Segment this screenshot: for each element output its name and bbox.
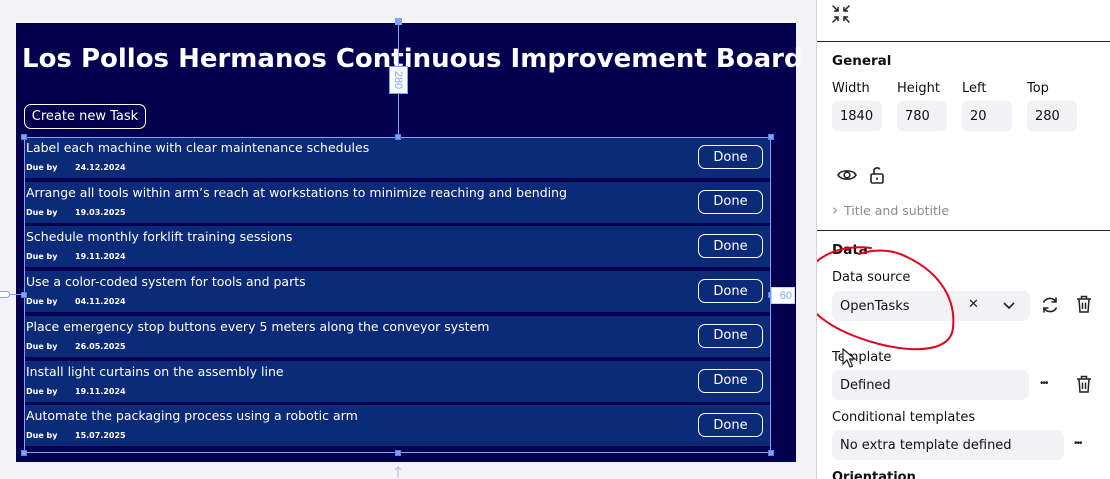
width-field[interactable]: 1840 bbox=[832, 101, 882, 131]
data-source-select[interactable]: OpenTasks ✕ bbox=[832, 291, 1030, 321]
task-row[interactable]: Automate the packaging process using a r… bbox=[24, 405, 771, 447]
done-button[interactable]: Done bbox=[698, 234, 763, 259]
trash-icon[interactable] bbox=[1073, 373, 1095, 395]
app-screen: Los Pollos Hermanos Continuous Improveme… bbox=[0, 0, 1110, 479]
more-options-icon[interactable]: ••• bbox=[1074, 438, 1082, 449]
due-date: 19.11.2024 bbox=[75, 252, 126, 262]
orientation-label: Orientation bbox=[832, 470, 916, 479]
properties-panel: General Width Height Left Top 1840 780 2… bbox=[816, 0, 1110, 479]
task-title: Install light curtains on the assembly l… bbox=[26, 363, 284, 379]
chevron-right-icon: › bbox=[832, 201, 838, 219]
resize-handle-bottom-left[interactable] bbox=[21, 450, 27, 456]
mouse-cursor-icon bbox=[842, 348, 856, 368]
general-heading: General bbox=[832, 53, 892, 69]
due-date: 15.07.2025 bbox=[75, 431, 126, 441]
top-field[interactable]: 280 bbox=[1027, 101, 1077, 131]
guide-handle[interactable] bbox=[395, 18, 402, 25]
due-date: 26.05.2025 bbox=[75, 341, 126, 351]
task-title: Label each machine with clear maintenanc… bbox=[26, 140, 370, 155]
width-label: Width bbox=[832, 81, 870, 96]
due-by-label: Due by bbox=[26, 207, 58, 217]
due-by-label: Due by bbox=[26, 252, 58, 262]
panel-divider bbox=[817, 230, 1110, 231]
data-source-label: Data source bbox=[832, 270, 911, 285]
done-button[interactable]: Done bbox=[698, 323, 763, 348]
task-gallery[interactable]: Label each machine with clear maintenanc… bbox=[24, 137, 771, 454]
collapse-icon[interactable] bbox=[831, 4, 851, 24]
due-by-label: Due by bbox=[26, 386, 58, 396]
chevron-down-icon[interactable] bbox=[1002, 300, 1016, 312]
task-row[interactable]: Schedule monthly forklift training sessi… bbox=[24, 226, 771, 268]
data-heading: Data bbox=[832, 242, 868, 258]
due-date: 24.12.2024 bbox=[75, 163, 126, 172]
title-subtitle-label: Title and subtitle bbox=[844, 202, 950, 218]
done-button[interactable]: Done bbox=[698, 368, 763, 393]
template-select[interactable]: Defined bbox=[832, 370, 1029, 400]
left-field[interactable]: 20 bbox=[962, 101, 1012, 131]
done-button[interactable]: Done bbox=[698, 189, 763, 214]
resize-handle-top[interactable] bbox=[395, 134, 401, 140]
left-guide-line bbox=[10, 294, 24, 295]
task-title: Use a color-coded system for tools and p… bbox=[26, 274, 306, 290]
unlock-icon[interactable] bbox=[866, 164, 888, 186]
conditional-templates-select[interactable]: No extra template defined bbox=[832, 430, 1064, 460]
resize-handle-top-right[interactable] bbox=[768, 134, 774, 140]
top-distance-value: 280 bbox=[392, 70, 405, 90]
task-row[interactable]: Install light curtains on the assembly l… bbox=[24, 360, 771, 402]
create-task-button[interactable]: Create new Task bbox=[24, 104, 146, 129]
task-title: Arrange all tools within arm’s reach at … bbox=[26, 184, 567, 200]
task-row[interactable]: Use a color-coded system for tools and p… bbox=[24, 271, 771, 313]
more-options-icon[interactable]: ••• bbox=[1040, 378, 1048, 389]
due-by-label: Due by bbox=[26, 163, 58, 172]
trash-icon[interactable] bbox=[1073, 293, 1095, 315]
clear-icon[interactable]: ✕ bbox=[968, 297, 979, 312]
design-canvas[interactable]: Los Pollos Hermanos Continuous Improveme… bbox=[0, 0, 816, 479]
board-title: Los Pollos Hermanos Continuous Improveme… bbox=[22, 44, 803, 74]
task-title: Automate the packaging process using a r… bbox=[26, 408, 358, 424]
conditional-templates-label: Conditional templates bbox=[832, 410, 976, 425]
done-button[interactable]: Done bbox=[698, 279, 763, 304]
due-date: 19.11.2024 bbox=[75, 386, 126, 396]
done-button[interactable]: Done bbox=[698, 145, 763, 169]
resize-handle-left[interactable] bbox=[21, 292, 27, 298]
task-row[interactable]: Place emergency stop buttons every 5 met… bbox=[24, 315, 771, 357]
right-distance-label: 60 bbox=[771, 287, 795, 304]
top-distance-label: 280 bbox=[389, 66, 408, 94]
due-date: 19.03.2025 bbox=[75, 207, 126, 217]
top-label: Top bbox=[1027, 81, 1049, 96]
task-row[interactable]: Label each machine with clear maintenanc… bbox=[24, 137, 771, 178]
done-button[interactable]: Done bbox=[698, 413, 763, 438]
task-row[interactable]: Arrange all tools within arm’s reach at … bbox=[24, 181, 771, 223]
height-label: Height bbox=[897, 81, 940, 96]
resize-handle-bottom-right[interactable] bbox=[768, 450, 774, 456]
bottom-guide-icon bbox=[394, 466, 402, 478]
data-source-value: OpenTasks bbox=[840, 298, 910, 314]
template-label: Template bbox=[832, 350, 892, 365]
refresh-icon[interactable] bbox=[1039, 294, 1061, 316]
panel-divider bbox=[817, 41, 1110, 42]
due-by-label: Due by bbox=[26, 297, 58, 307]
left-label: Left bbox=[962, 81, 987, 96]
title-subtitle-expander[interactable]: › Title and subtitle bbox=[832, 201, 949, 219]
height-field[interactable]: 780 bbox=[897, 101, 947, 131]
due-date: 04.11.2024 bbox=[75, 297, 126, 307]
left-distance-guide bbox=[0, 291, 10, 298]
resize-handle-top-left[interactable] bbox=[21, 134, 27, 140]
task-title: Place emergency stop buttons every 5 met… bbox=[26, 318, 490, 334]
due-by-label: Due by bbox=[26, 341, 58, 351]
due-by-label: Due by bbox=[26, 431, 58, 441]
resize-handle-bottom[interactable] bbox=[395, 450, 401, 456]
task-title: Schedule monthly forklift training sessi… bbox=[26, 229, 293, 245]
visibility-eye-icon[interactable] bbox=[836, 164, 858, 186]
